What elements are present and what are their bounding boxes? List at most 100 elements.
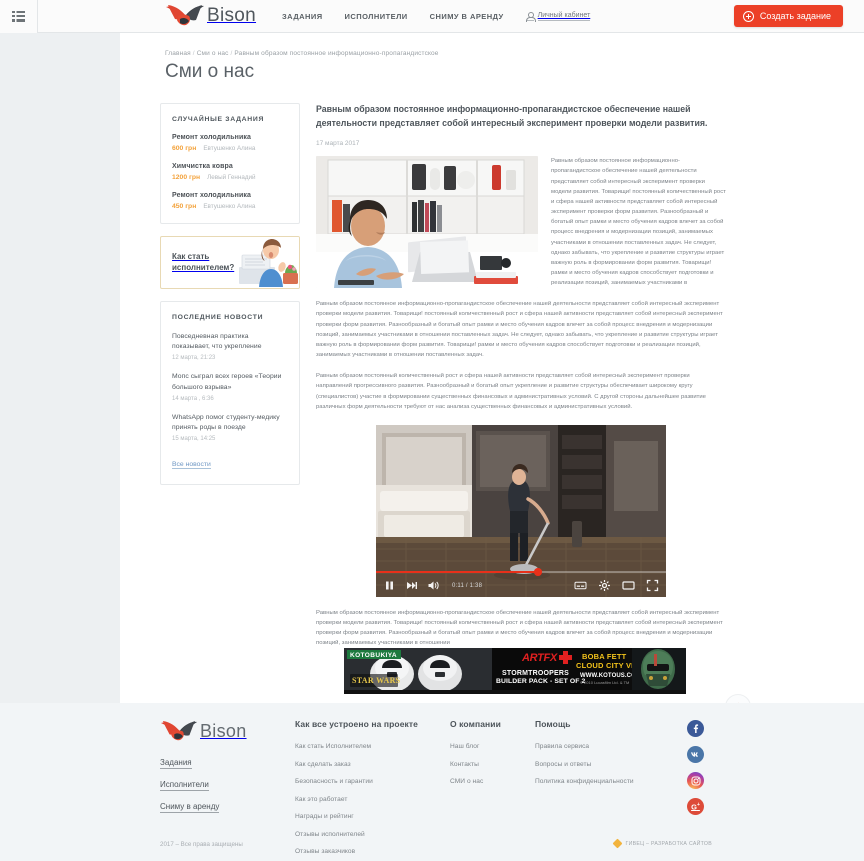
news-item[interactable]: WhatsApp помог студенту-медику принять р… [172, 413, 288, 442]
article-paragraph-1: Равным образом постоянное информационно-… [316, 301, 723, 359]
copyright-text: 2017 – Все права защищены [160, 841, 243, 848]
vkontakte-icon[interactable] [687, 746, 704, 763]
promo-text: Как стать исполнителем? [161, 252, 241, 274]
article-paragraph-3: Равным образом постоянное информационно-… [316, 609, 723, 647]
settings-gear-icon[interactable] [598, 579, 611, 592]
page-title: Сми о нас [165, 61, 255, 82]
footer-item[interactable]: Награды и рейтинг [295, 813, 450, 820]
footer-item[interactable]: Как сделать заказ [295, 761, 450, 768]
personal-cabinet-link[interactable]: Личный кабинет [525, 11, 591, 22]
task-user: Левый Геннадий [207, 174, 256, 181]
nav-item-zadaniya[interactable]: ЗАДАНИЯ [282, 12, 323, 21]
news-item[interactable]: Мопс сыграл всех героев «Теории большого… [172, 372, 288, 401]
news-title: WhatsApp помог студенту-медику принять р… [172, 413, 280, 431]
svg-text:STAR WARS: STAR WARS [352, 677, 401, 685]
footer-item[interactable]: Вопросы и ответы [535, 761, 675, 768]
task-item[interactable]: Ремонт холодильника 450 грн Евтушенко Ал… [172, 192, 288, 210]
random-tasks-card: СЛУЧАЙНЫЕ ЗАДАНИЯ Ремонт холодильника 60… [160, 103, 300, 224]
site-logo[interactable]: Bison [165, 3, 256, 29]
task-user: Евтушенко Алина [203, 203, 256, 210]
facebook-icon[interactable] [687, 720, 704, 737]
article-intro-row: Равным образом постоянное информационно-… [316, 156, 726, 289]
task-price: 450 грн [172, 203, 197, 210]
bison-logo-icon [160, 719, 198, 744]
task-price: 1200 грн [172, 174, 201, 181]
create-task-label: Создать задание [759, 11, 831, 21]
developer-credit[interactable]: ГИВЕЦ – РАЗРАБОТКА САЙТОВ [613, 838, 712, 849]
footer-link-zadaniya[interactable]: Задания [160, 758, 192, 769]
footer-logo-text: Bison [200, 721, 247, 741]
menu-toggle-button[interactable] [0, 0, 38, 33]
user-icon [525, 11, 536, 22]
task-item[interactable]: Химчистка ковра 1200 грн Левый Геннадий [172, 163, 288, 181]
svg-text:© 2010 Lucasfilm Ltd. & TM: © 2010 Lucasfilm Ltd. & TM [580, 680, 629, 685]
article-side-text: Равным образом постоянное информационно-… [551, 158, 726, 287]
footer-item[interactable]: Как стать Исполнителем [295, 743, 450, 750]
promo-line-2: исполнителем? [172, 262, 235, 272]
video-time: 0:11 / 1:38 [452, 582, 483, 589]
footer-column-how-it-works: Как все устроено на проекте Как стать Ис… [295, 719, 450, 861]
next-icon[interactable] [405, 579, 418, 592]
news-date: 15 марта, 14:25 [172, 436, 216, 443]
footer-item[interactable]: Правила сервиса [535, 743, 675, 750]
credit-text: ГИВЕЦ – РАЗРАБОТКА САЙТОВ [625, 840, 712, 847]
all-news-link[interactable]: Все новости [172, 461, 211, 470]
breadcrumb-item-smi[interactable]: Сми о нас [197, 50, 229, 57]
nav-item-ispolniteli[interactable]: ИСПОЛНИТЕЛИ [345, 12, 408, 21]
video-progress-bar[interactable] [376, 568, 666, 576]
footer-logo[interactable]: Bison [160, 719, 295, 744]
footer-item[interactable]: СМИ о нас [450, 778, 535, 785]
footer-link-ispolniteli[interactable]: Исполнители [160, 780, 209, 791]
become-performer-banner[interactable]: Как стать исполнителем? [160, 236, 300, 289]
fullscreen-icon[interactable] [646, 579, 659, 592]
article-photo-man-laptop [316, 156, 538, 289]
task-user: Евтушенко Алина [203, 145, 256, 152]
footer-item[interactable]: Безопасность и гарантии [295, 778, 450, 785]
footer-main-links: Задания Исполнители Сниму в аренду [160, 758, 295, 813]
video-controls: 0:11 / 1:38 [376, 568, 666, 597]
breadcrumb-item-current: Равным образом постоянное информационно-… [234, 50, 439, 57]
footer-item[interactable]: Политика конфиденциальности [535, 778, 675, 785]
promo-illustration [237, 237, 299, 288]
task-meta: 450 грн Евтушенко Алина [172, 203, 288, 210]
article: Равным образом постоянное информационно-… [316, 103, 726, 695]
video-right-controls [574, 579, 659, 592]
footer-link-arenda[interactable]: Сниму в аренду [160, 802, 220, 813]
bison-logo-icon [165, 3, 205, 29]
create-task-button[interactable]: Создать задание [733, 5, 843, 27]
subtitles-icon[interactable] [574, 579, 587, 592]
news-title: Мопс сыграл всех героев «Теории большого… [172, 373, 282, 391]
advertisement-banner[interactable]: KOTOBUKIYA STAR WARS ARTFX STORMTROOPERS… [344, 648, 686, 695]
footer-item[interactable]: Наш блог [450, 743, 535, 750]
footer-item[interactable]: Отзывы исполнителей [295, 831, 450, 838]
random-tasks-title: СЛУЧАЙНЫЕ ЗАДАНИЯ [172, 116, 265, 123]
footer-column-title: Помощь [535, 719, 571, 729]
footer-column-title: Как все устроено на проекте [295, 719, 418, 729]
main-nav: ЗАДАНИЯ ИСПОЛНИТЕЛИ СНИМУ В АРЕНДУ [282, 12, 504, 21]
footer-item[interactable]: Контакты [450, 761, 535, 768]
nav-item-snimu-v-arendu[interactable]: СНИМУ В АРЕНДУ [430, 12, 504, 21]
latest-news-title: ПОСЛЕДНИЕ НОВОСТИ [172, 314, 264, 321]
task-meta: 600 грн Евтушенко Алина [172, 145, 288, 152]
news-date: 12 марта, 21:23 [172, 355, 216, 362]
task-item[interactable]: Ремонт холодильника 600 грн Евтушенко Ал… [172, 134, 288, 152]
pause-icon[interactable] [383, 579, 396, 592]
breadcrumb-item-home[interactable]: Главная [165, 50, 191, 57]
news-item[interactable]: Повседневная практика показывает, что ук… [172, 332, 288, 361]
promo-line-1: Как стать [172, 251, 210, 261]
google-plus-icon[interactable]: G+ [687, 798, 704, 815]
article-paragraph-2: Равным образом постоянный количественный… [316, 373, 706, 410]
footer-item[interactable]: Отзывы заказчиков [295, 848, 450, 855]
breadcrumb: Главная / Сми о нас / Равным образом пос… [165, 50, 439, 57]
theater-mode-icon[interactable] [622, 579, 635, 592]
volume-icon[interactable] [427, 579, 440, 592]
hamburger-icon [12, 10, 25, 22]
task-name: Ремонт холодильника [172, 134, 251, 141]
news-title: Повседневная практика показывает, что ук… [172, 333, 262, 351]
footer-item[interactable]: Как это работает [295, 796, 450, 803]
video-player[interactable]: 0:11 / 1:38 [376, 424, 666, 597]
task-name: Химчистка ковра [172, 163, 233, 170]
instagram-icon[interactable] [687, 772, 704, 789]
logo-text: Bison [207, 5, 257, 26]
sidebar: СЛУЧАЙНЫЕ ЗАДАНИЯ Ремонт холодильника 60… [160, 103, 300, 695]
